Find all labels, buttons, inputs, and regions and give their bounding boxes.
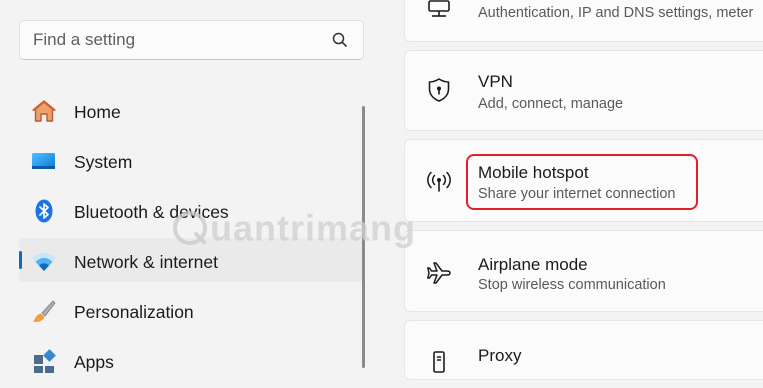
watermark-text: uantrimang	[210, 207, 417, 249]
sidebar-item-label: Personalization	[74, 302, 194, 322]
airplane-mode-card[interactable]: Airplane mode Stop wireless communicatio…	[404, 230, 763, 312]
watermark: uantrimang	[170, 205, 416, 249]
watermark-logo-icon	[173, 211, 207, 246]
apps-icon	[34, 349, 56, 373]
brush-icon	[33, 300, 56, 322]
shield-icon	[428, 78, 450, 102]
sidebar-item-label: System	[74, 152, 133, 172]
sidebar-item-label: Apps	[74, 352, 114, 372]
wifi-icon	[32, 253, 56, 271]
search-box[interactable]	[19, 20, 364, 60]
sidebar-item-apps[interactable]: Apps	[19, 338, 364, 382]
home-icon	[32, 100, 56, 122]
ethernet-card[interactable]: Authentication, IP and DNS settings, met…	[404, 0, 763, 42]
card-subtitle: Stop wireless communication	[478, 277, 666, 293]
sidebar-item-system[interactable]: System	[19, 138, 364, 182]
hotspot-icon	[427, 171, 451, 192]
mobile-hotspot-highlight	[466, 154, 698, 210]
card-title: VPN	[478, 72, 513, 91]
airplane-icon	[427, 262, 451, 284]
card-subtitle: Authentication, IP and DNS settings, met…	[478, 5, 754, 21]
sidebar-item-personalization[interactable]: Personalization	[19, 288, 364, 332]
sidebar-item-label: Home	[74, 102, 121, 122]
ethernet-icon	[428, 0, 450, 17]
sidebar-item-label: Network & internet	[74, 252, 218, 272]
system-display-icon	[32, 153, 55, 169]
search-icon[interactable]	[331, 31, 349, 49]
card-subtitle: Add, connect, manage	[478, 96, 624, 112]
search-input[interactable]	[20, 21, 333, 59]
sidebar-item-home[interactable]: Home	[19, 88, 364, 132]
proxy-icon	[433, 351, 445, 373]
card-title: Proxy	[478, 346, 522, 365]
proxy-card[interactable]: Proxy	[404, 320, 763, 380]
card-title: Airplane mode	[478, 255, 588, 274]
bluetooth-icon	[35, 199, 53, 223]
selection-indicator	[19, 251, 22, 269]
vpn-card[interactable]: VPN Add, connect, manage	[404, 50, 763, 131]
